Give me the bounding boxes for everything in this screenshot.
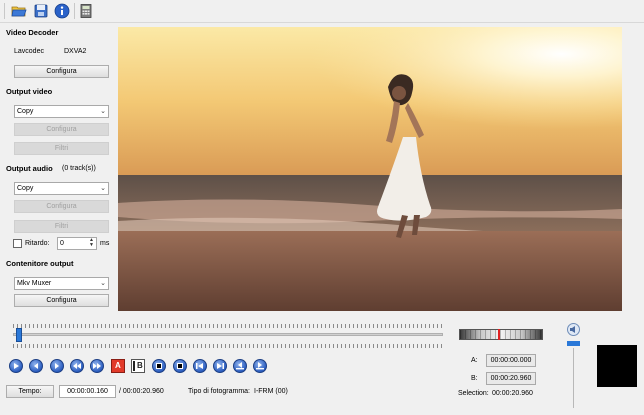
- set-marker-b-button[interactable]: B: [131, 359, 145, 373]
- frame-type-value: I-FRM (00): [254, 388, 288, 395]
- set-marker-a-button[interactable]: A: [111, 359, 125, 373]
- avidemux-window: Video Decoder Lavcodec DXVA2 Configura O…: [0, 0, 644, 415]
- slider-ticks-bottom: [13, 344, 443, 348]
- output-video-title: Output video: [6, 87, 53, 96]
- open-folder-icon[interactable]: [11, 3, 27, 19]
- video-preview: [118, 27, 622, 311]
- delay-label: Ritardo:: [25, 240, 50, 247]
- container-title: Contenitore output: [6, 259, 74, 268]
- time-button[interactable]: Tempo:: [6, 385, 54, 398]
- output-audio-title: Output audio: [6, 164, 53, 173]
- rewind-button[interactable]: [29, 359, 43, 373]
- slider-thumb[interactable]: [16, 328, 23, 342]
- info-icon[interactable]: [54, 3, 70, 19]
- jog-center-marker: [498, 329, 500, 340]
- goto-marker-b-button[interactable]: [253, 359, 267, 373]
- selection-value: 00:00:20.960: [492, 390, 533, 397]
- play-button[interactable]: [9, 359, 23, 373]
- decoder-mode: DXVA2: [64, 48, 87, 55]
- slider-ticks-top: [13, 324, 443, 328]
- video-filters-button[interactable]: Filtri: [14, 142, 109, 155]
- marker-b-value: 00:00:20.960: [486, 372, 536, 385]
- container-configure-button[interactable]: Configura: [14, 294, 109, 307]
- frame-type-label: Tipo di fotogramma:: [188, 388, 250, 395]
- marker-b-label: B:: [471, 375, 478, 382]
- last-frame-button[interactable]: [213, 359, 227, 373]
- decoder-configure-button[interactable]: Configura: [14, 65, 109, 78]
- first-frame-button[interactable]: [193, 359, 207, 373]
- audio-codec-select[interactable]: Copy ⌄: [14, 182, 109, 195]
- video-codec-value: Copy: [17, 108, 34, 115]
- toolbar-divider: [0, 22, 644, 23]
- delay-spinner[interactable]: ▲ ▼: [87, 238, 96, 249]
- save-icon[interactable]: [33, 3, 49, 19]
- next-black-frame-button[interactable]: [173, 359, 187, 373]
- video-codec-select[interactable]: Copy ⌄: [14, 105, 109, 118]
- previous-black-frame-button[interactable]: [152, 359, 166, 373]
- marker-a-value: 00:00:00.000: [486, 354, 536, 367]
- forward-button[interactable]: [50, 359, 64, 373]
- chevron-down-icon: ⌄: [100, 108, 106, 115]
- video-configure-button[interactable]: Configura: [14, 123, 109, 136]
- volume-slider-thumb[interactable]: [567, 341, 580, 346]
- jog-shuttle[interactable]: [459, 329, 543, 340]
- goto-marker-a-button[interactable]: [233, 359, 247, 373]
- slider-track[interactable]: [13, 333, 443, 336]
- current-time-input[interactable]: 00:00:00.160: [59, 385, 116, 398]
- chevron-down-icon: ⌄: [100, 185, 106, 192]
- total-time: / 00:00:20.960: [119, 388, 164, 395]
- muxer-value: Mkv Muxer: [17, 280, 52, 287]
- calculator-icon[interactable]: [78, 3, 94, 19]
- marker-a-label: A:: [471, 357, 478, 364]
- audio-codec-value: Copy: [17, 185, 34, 192]
- muxer-select[interactable]: Mkv Muxer ⌄: [14, 277, 109, 290]
- marker-a-icon: A: [115, 361, 121, 370]
- audio-meter: [597, 345, 637, 387]
- volume-icon[interactable]: [567, 323, 580, 336]
- decoder-name: Lavcodec: [14, 48, 44, 55]
- next-keyframe-button[interactable]: [90, 359, 104, 373]
- marker-b-bar: [133, 361, 135, 371]
- volume-slider-track[interactable]: [573, 348, 574, 408]
- video-decoder-title: Video Decoder: [6, 28, 59, 37]
- delay-unit: ms: [100, 240, 110, 247]
- audio-filters-button[interactable]: Filtri: [14, 220, 109, 233]
- toolbar-separator: [74, 3, 75, 19]
- marker-b-icon: B: [137, 361, 143, 370]
- audio-track-count: (0 track(s)): [62, 165, 96, 172]
- previous-keyframe-button[interactable]: [70, 359, 84, 373]
- chevron-down-icon: ⌄: [100, 280, 106, 287]
- toolbar-grip: [4, 3, 5, 19]
- delay-checkbox[interactable]: [13, 239, 22, 248]
- selection-label: Selection:: [458, 390, 489, 397]
- audio-configure-button[interactable]: Configura: [14, 200, 109, 213]
